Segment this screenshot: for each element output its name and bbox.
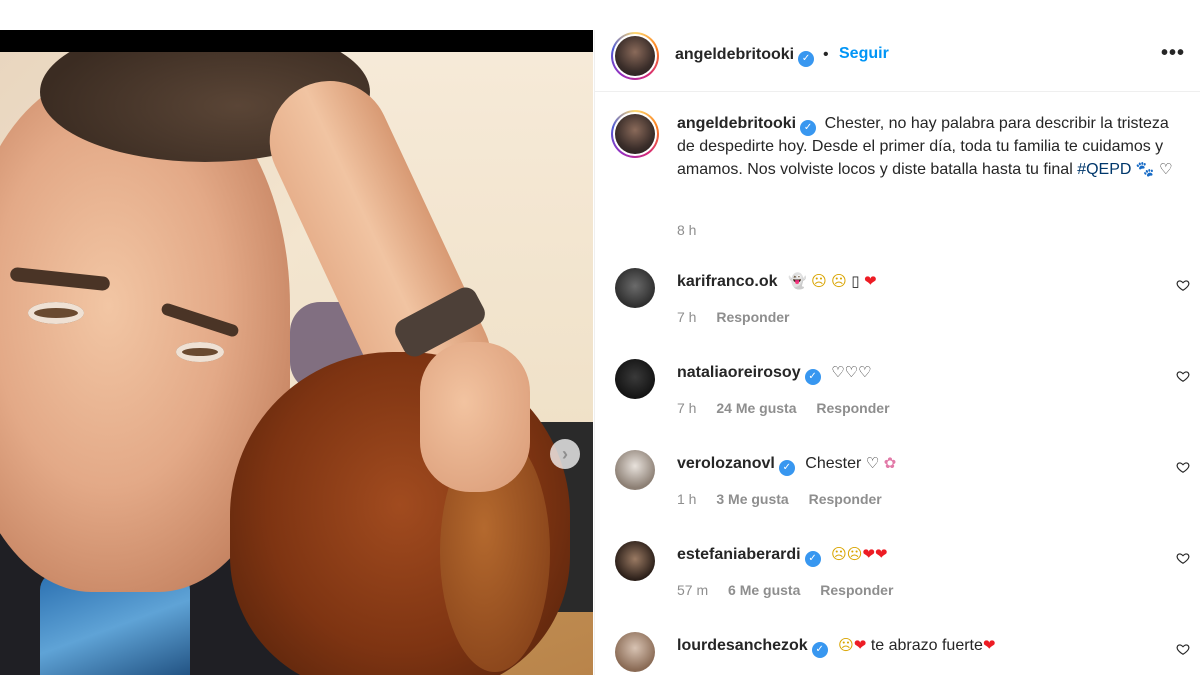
heart-outline-icon <box>1176 461 1190 473</box>
verified-badge-icon: ✓ <box>798 51 815 67</box>
verified-badge-icon: ✓ <box>800 120 817 136</box>
commenter-avatar[interactable] <box>615 632 655 672</box>
reply-button[interactable]: Responder <box>716 309 789 325</box>
reply-button[interactable]: Responder <box>820 582 893 598</box>
sad-face-emoji-icon: ☹ <box>846 545 863 563</box>
commenter-avatar[interactable] <box>615 268 655 308</box>
comment-text: estefaniaberardi ✓ ☹☹❤❤ <box>677 543 1157 567</box>
verified-badge-icon: ✓ <box>778 460 795 476</box>
verified-badge-icon: ✓ <box>804 369 821 385</box>
follow-button[interactable]: Seguir <box>839 45 889 63</box>
sad-face-emoji-icon: ☹ <box>831 545 847 563</box>
comment-meta: 57 m 6 Me gusta Responder <box>677 582 909 598</box>
heart-outline-icon <box>1176 279 1190 291</box>
sad-face-emoji-icon: ☹ <box>811 272 827 290</box>
commenter-username[interactable]: lourdesanchezok ✓ <box>677 637 828 658</box>
post-header: angeldebritooki ✓ • Seguir ••• <box>595 30 1200 92</box>
hashtag-link[interactable]: #QEPD <box>1077 161 1131 178</box>
verified-badge-icon: ✓ <box>804 551 821 567</box>
comment-text: karifranco.ok 👻 ☹ ☹ ▯ ❤ <box>677 270 1157 293</box>
comment-item: lourdesanchezok ✓ ☹❤ te abrazo fuerte❤ <box>595 632 1200 675</box>
comment-time[interactable]: 7 h <box>677 400 696 416</box>
photo-eye-right <box>176 342 224 362</box>
commenter-avatar[interactable] <box>615 359 655 399</box>
white-heart-emoji-icon: ♡ <box>865 454 880 472</box>
sad-face-emoji-icon: ☹ <box>838 636 854 654</box>
header-separator: • <box>823 46 829 63</box>
comment-text: nataliaoreirosoy ✓ ♡♡♡ <box>677 361 1157 385</box>
comment-likes-count[interactable]: 24 Me gusta <box>716 400 796 416</box>
comment-likes-count[interactable]: 6 Me gusta <box>728 582 800 598</box>
post-caption: angeldebritooki ✓ Chester, no hay palabra… <box>595 92 1200 248</box>
comment-item: karifranco.ok 👻 ☹ ☹ ▯ ❤ 7 h Responder <box>595 268 1200 358</box>
comment-item: nataliaoreirosoy ✓ ♡♡♡ 7 h 24 Me gusta Re… <box>595 359 1200 449</box>
red-heart-emoji-icon: ❤ <box>982 636 996 654</box>
white-heart-emoji-icon: ♡ <box>844 363 858 381</box>
white-heart-emoji-icon: ♡ <box>831 363 845 381</box>
like-comment-button[interactable] <box>1173 276 1193 296</box>
commenter-username[interactable]: estefaniaberardi ✓ <box>677 546 821 567</box>
author-username[interactable]: angeldebritooki ✓ <box>675 46 815 67</box>
like-comment-button[interactable] <box>1173 367 1193 387</box>
caption-username[interactable]: angeldebritooki ✓ <box>677 115 817 136</box>
white-heart-emoji-icon: ♡ <box>857 363 872 381</box>
broken-heart-emoji-icon: ❤ <box>863 272 877 290</box>
reply-button[interactable]: Responder <box>809 491 882 507</box>
reply-button[interactable]: Responder <box>816 400 889 416</box>
comment-body: te abrazo fuerte <box>870 637 983 654</box>
heart-outline-icon <box>1176 643 1190 655</box>
red-heart-emoji-icon: ❤ <box>874 545 888 563</box>
heart-outline-icon <box>1176 370 1190 382</box>
ghost-emoji-icon: 👻 <box>787 272 807 290</box>
commenter-avatar[interactable] <box>615 450 655 490</box>
author-avatar[interactable] <box>611 32 659 80</box>
verified-badge-icon: ✓ <box>811 642 828 658</box>
photo-hand <box>420 342 530 492</box>
commenter-username[interactable]: nataliaoreirosoy ✓ <box>677 364 821 385</box>
photo-eye-left <box>28 302 84 324</box>
comment-time[interactable]: 1 h <box>677 491 696 507</box>
caption-text: angeldebritooki ✓ Chester, no hay palabra… <box>677 113 1177 181</box>
comment-body: Chester <box>805 455 862 472</box>
carousel-next-button[interactable]: › <box>550 439 580 469</box>
chevron-right-icon: › <box>562 443 568 464</box>
post-media: › <box>0 0 593 675</box>
missing-glyph-icon: ▯ <box>851 272 860 290</box>
like-comment-button[interactable] <box>1173 549 1193 569</box>
cherry-blossom-emoji-icon: ✿ <box>883 454 897 472</box>
like-comment-button[interactable] <box>1173 458 1193 478</box>
media-top-bar <box>0 30 593 52</box>
post-sidebar: angeldebritooki ✓ • Seguir ••• angeldebri… <box>594 30 1200 675</box>
heart-outline-icon <box>1176 552 1190 564</box>
caption-avatar[interactable] <box>611 110 659 158</box>
red-heart-emoji-icon: ❤ <box>862 545 875 563</box>
caption-timestamp[interactable]: 8 h <box>677 222 696 238</box>
post-photo[interactable] <box>0 52 593 675</box>
comment-meta: 7 h Responder <box>677 309 805 325</box>
comment-meta: 7 h 24 Me gusta Responder <box>677 400 906 416</box>
comment-item: estefaniaberardi ✓ ☹☹❤❤ 57 m 6 Me gusta R… <box>595 541 1200 631</box>
sad-face-emoji-icon: ☹ <box>831 272 847 290</box>
like-comment-button[interactable] <box>1173 640 1193 660</box>
commenter-avatar[interactable] <box>615 541 655 581</box>
paw-emoji-icon: 🐾 <box>1135 160 1155 178</box>
comment-text: lourdesanchezok ✓ ☹❤ te abrazo fuerte❤ <box>677 634 1157 658</box>
red-heart-emoji-icon: ❤ <box>853 636 867 654</box>
commenter-username[interactable]: verolozanovl ✓ <box>677 455 795 476</box>
comment-item: verolozanovl ✓ Chester ♡ ✿ 1 h 3 Me gusta… <box>595 450 1200 540</box>
comment-likes-count[interactable]: 3 Me gusta <box>716 491 788 507</box>
white-heart-emoji-icon: ♡ <box>1159 160 1173 178</box>
commenter-username[interactable]: karifranco.ok <box>677 273 777 290</box>
comment-time[interactable]: 7 h <box>677 309 696 325</box>
more-options-icon[interactable]: ••• <box>1161 42 1185 65</box>
comment-meta: 1 h 3 Me gusta Responder <box>677 491 898 507</box>
comment-text: verolozanovl ✓ Chester ♡ ✿ <box>677 452 1157 476</box>
comment-time[interactable]: 57 m <box>677 582 708 598</box>
